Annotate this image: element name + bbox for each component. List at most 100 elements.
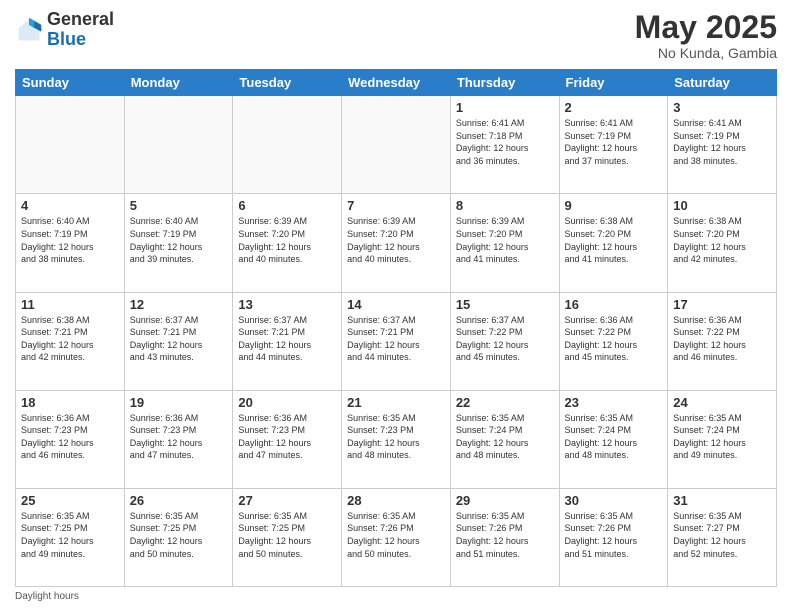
calendar-cell-w4-d4: 21 Sunrise: 6:35 AM Sunset: 7:23 PM Dayli…	[342, 390, 451, 488]
day-info: Sunrise: 6:35 AM Sunset: 7:24 PM Dayligh…	[456, 412, 554, 462]
calendar-week-3: 11Sunrise: 6:38 AM Sunset: 7:21 PM Dayli…	[16, 292, 777, 390]
calendar-cell-w5-d2: 26 Sunrise: 6:35 AM Sunset: 7:25 PM Dayli…	[124, 488, 233, 586]
day-number: 17	[673, 297, 771, 312]
day-info: Sunrise: 6:41 AM Sunset: 7:18 PM Dayligh…	[456, 117, 554, 167]
calendar-cell-w2-d1: 4Sunrise: 6:40 AM Sunset: 7:19 PM Daylig…	[16, 194, 125, 292]
day-info: Sunrise: 6:35 AM Sunset: 7:26 PM Dayligh…	[456, 510, 554, 560]
header-friday: Friday	[559, 70, 668, 96]
day-number: 12	[130, 297, 228, 312]
day-number: 9	[565, 198, 663, 213]
day-number: 7	[347, 198, 445, 213]
calendar-table: Sunday Monday Tuesday Wednesday Thursday…	[15, 69, 777, 587]
page: General Blue May 2025 No Kunda, Gambia S…	[0, 0, 792, 612]
day-info: Sunrise: 6:38 AM Sunset: 7:20 PM Dayligh…	[673, 215, 771, 265]
logo-general: General	[47, 10, 114, 30]
day-info: Sunrise: 6:37 AM Sunset: 7:21 PM Dayligh…	[347, 314, 445, 364]
calendar-cell-w1-d4	[342, 96, 451, 194]
day-info: Sunrise: 6:35 AM Sunset: 7:25 PM Dayligh…	[130, 510, 228, 560]
main-title: May 2025	[635, 10, 777, 45]
day-info: Sunrise: 6:37 AM Sunset: 7:21 PM Dayligh…	[130, 314, 228, 364]
day-number: 16	[565, 297, 663, 312]
calendar-cell-w4-d2: 19 Sunrise: 6:36 AM Sunset: 7:23 PM Dayli…	[124, 390, 233, 488]
day-info: Sunrise: 6:35 AM Sunset: 7:26 PM Dayligh…	[347, 510, 445, 560]
header: General Blue May 2025 No Kunda, Gambia	[15, 10, 777, 61]
day-info: Sunrise: 6:41 AM Sunset: 7:19 PM Dayligh…	[565, 117, 663, 167]
day-number: 5	[130, 198, 228, 213]
day-number: 6	[238, 198, 336, 213]
calendar-cell-w1-d5: 1Sunrise: 6:41 AM Sunset: 7:18 PM Daylig…	[450, 96, 559, 194]
header-saturday: Saturday	[668, 70, 777, 96]
day-info: Sunrise: 6:37 AM Sunset: 7:22 PM Dayligh…	[456, 314, 554, 364]
day-info: Sunrise: 6:35 AM Sunset: 7:24 PM Dayligh…	[565, 412, 663, 462]
day-number: 26	[130, 493, 228, 508]
day-number: 19	[130, 395, 228, 410]
day-info: Sunrise: 6:36 AM Sunset: 7:23 PM Dayligh…	[130, 412, 228, 462]
calendar-cell-w3-d5: 15 Sunrise: 6:37 AM Sunset: 7:22 PM Dayli…	[450, 292, 559, 390]
logo-text: General Blue	[47, 10, 114, 50]
header-sunday: Sunday	[16, 70, 125, 96]
calendar-cell-w3-d7: 17 Sunrise: 6:36 AM Sunset: 7:22 PM Dayli…	[668, 292, 777, 390]
day-info: Sunrise: 6:35 AM Sunset: 7:23 PM Dayligh…	[347, 412, 445, 462]
day-number: 21	[347, 395, 445, 410]
day-number: 23	[565, 395, 663, 410]
day-info: Sunrise: 6:40 AM Sunset: 7:19 PM Dayligh…	[130, 215, 228, 265]
day-info: Sunrise: 6:39 AM Sunset: 7:20 PM Dayligh…	[238, 215, 336, 265]
calendar-cell-w5-d5: 29Sunrise: 6:35 AM Sunset: 7:26 PM Dayli…	[450, 488, 559, 586]
calendar-week-1: 1Sunrise: 6:41 AM Sunset: 7:18 PM Daylig…	[16, 96, 777, 194]
day-info: Sunrise: 6:39 AM Sunset: 7:20 PM Dayligh…	[456, 215, 554, 265]
logo-blue: Blue	[47, 30, 114, 50]
header-wednesday: Wednesday	[342, 70, 451, 96]
calendar-week-4: 18 Sunrise: 6:36 AM Sunset: 7:23 PM Dayli…	[16, 390, 777, 488]
day-number: 13	[238, 297, 336, 312]
day-number: 31	[673, 493, 771, 508]
footer: Daylight hours	[15, 591, 777, 602]
day-number: 14	[347, 297, 445, 312]
day-number: 28	[347, 493, 445, 508]
calendar-week-5: 25Sunrise: 6:35 AM Sunset: 7:25 PM Dayli…	[16, 488, 777, 586]
day-info: Sunrise: 6:36 AM Sunset: 7:23 PM Dayligh…	[21, 412, 119, 462]
day-info: Sunrise: 6:38 AM Sunset: 7:20 PM Dayligh…	[565, 215, 663, 265]
day-number: 24	[673, 395, 771, 410]
calendar-header-row: Sunday Monday Tuesday Wednesday Thursday…	[16, 70, 777, 96]
day-number: 4	[21, 198, 119, 213]
calendar-cell-w2-d7: 10Sunrise: 6:38 AM Sunset: 7:20 PM Dayli…	[668, 194, 777, 292]
calendar-cell-w3-d2: 12 Sunrise: 6:37 AM Sunset: 7:21 PM Dayli…	[124, 292, 233, 390]
calendar-cell-w2-d3: 6 Sunrise: 6:39 AM Sunset: 7:20 PM Daylig…	[233, 194, 342, 292]
day-number: 8	[456, 198, 554, 213]
header-thursday: Thursday	[450, 70, 559, 96]
title-block: May 2025 No Kunda, Gambia	[635, 10, 777, 61]
header-tuesday: Tuesday	[233, 70, 342, 96]
day-info: Sunrise: 6:36 AM Sunset: 7:22 PM Dayligh…	[565, 314, 663, 364]
calendar-cell-w1-d2	[124, 96, 233, 194]
calendar-cell-w3-d3: 13 Sunrise: 6:37 AM Sunset: 7:21 PM Dayli…	[233, 292, 342, 390]
day-number: 15	[456, 297, 554, 312]
calendar-cell-w5-d7: 31 Sunrise: 6:35 AM Sunset: 7:27 PM Dayli…	[668, 488, 777, 586]
calendar-cell-w3-d1: 11Sunrise: 6:38 AM Sunset: 7:21 PM Dayli…	[16, 292, 125, 390]
calendar-cell-w2-d6: 9 Sunrise: 6:38 AM Sunset: 7:20 PM Daylig…	[559, 194, 668, 292]
calendar-cell-w4-d5: 22 Sunrise: 6:35 AM Sunset: 7:24 PM Dayli…	[450, 390, 559, 488]
calendar-cell-w5-d6: 30Sunrise: 6:35 AM Sunset: 7:26 PM Dayli…	[559, 488, 668, 586]
day-info: Sunrise: 6:37 AM Sunset: 7:21 PM Dayligh…	[238, 314, 336, 364]
calendar-cell-w1-d7: 3Sunrise: 6:41 AM Sunset: 7:19 PM Daylig…	[668, 96, 777, 194]
subtitle: No Kunda, Gambia	[635, 45, 777, 61]
calendar-cell-w3-d6: 16 Sunrise: 6:36 AM Sunset: 7:22 PM Dayli…	[559, 292, 668, 390]
calendar-cell-w1-d3	[233, 96, 342, 194]
logo: General Blue	[15, 10, 114, 50]
day-number: 2	[565, 100, 663, 115]
calendar-cell-w4-d3: 20Sunrise: 6:36 AM Sunset: 7:23 PM Dayli…	[233, 390, 342, 488]
day-number: 30	[565, 493, 663, 508]
calendar-week-2: 4 Sunrise: 6:40 AM Sunset: 7:19 PM Daylig…	[16, 194, 777, 292]
day-number: 20	[238, 395, 336, 410]
calendar-cell-w1-d6: 2 Sunrise: 6:41 AM Sunset: 7:19 PM Daylig…	[559, 96, 668, 194]
day-info: Sunrise: 6:36 AM Sunset: 7:22 PM Dayligh…	[673, 314, 771, 364]
day-number: 27	[238, 493, 336, 508]
logo-icon	[15, 16, 43, 44]
day-info: Sunrise: 6:35 AM Sunset: 7:27 PM Dayligh…	[673, 510, 771, 560]
day-number: 18	[21, 395, 119, 410]
calendar-cell-w4-d7: 24 Sunrise: 6:35 AM Sunset: 7:24 PM Dayli…	[668, 390, 777, 488]
header-monday: Monday	[124, 70, 233, 96]
day-info: Sunrise: 6:35 AM Sunset: 7:25 PM Dayligh…	[238, 510, 336, 560]
calendar-cell-w2-d2: 5 Sunrise: 6:40 AM Sunset: 7:19 PM Daylig…	[124, 194, 233, 292]
day-number: 22	[456, 395, 554, 410]
day-info: Sunrise: 6:35 AM Sunset: 7:24 PM Dayligh…	[673, 412, 771, 462]
